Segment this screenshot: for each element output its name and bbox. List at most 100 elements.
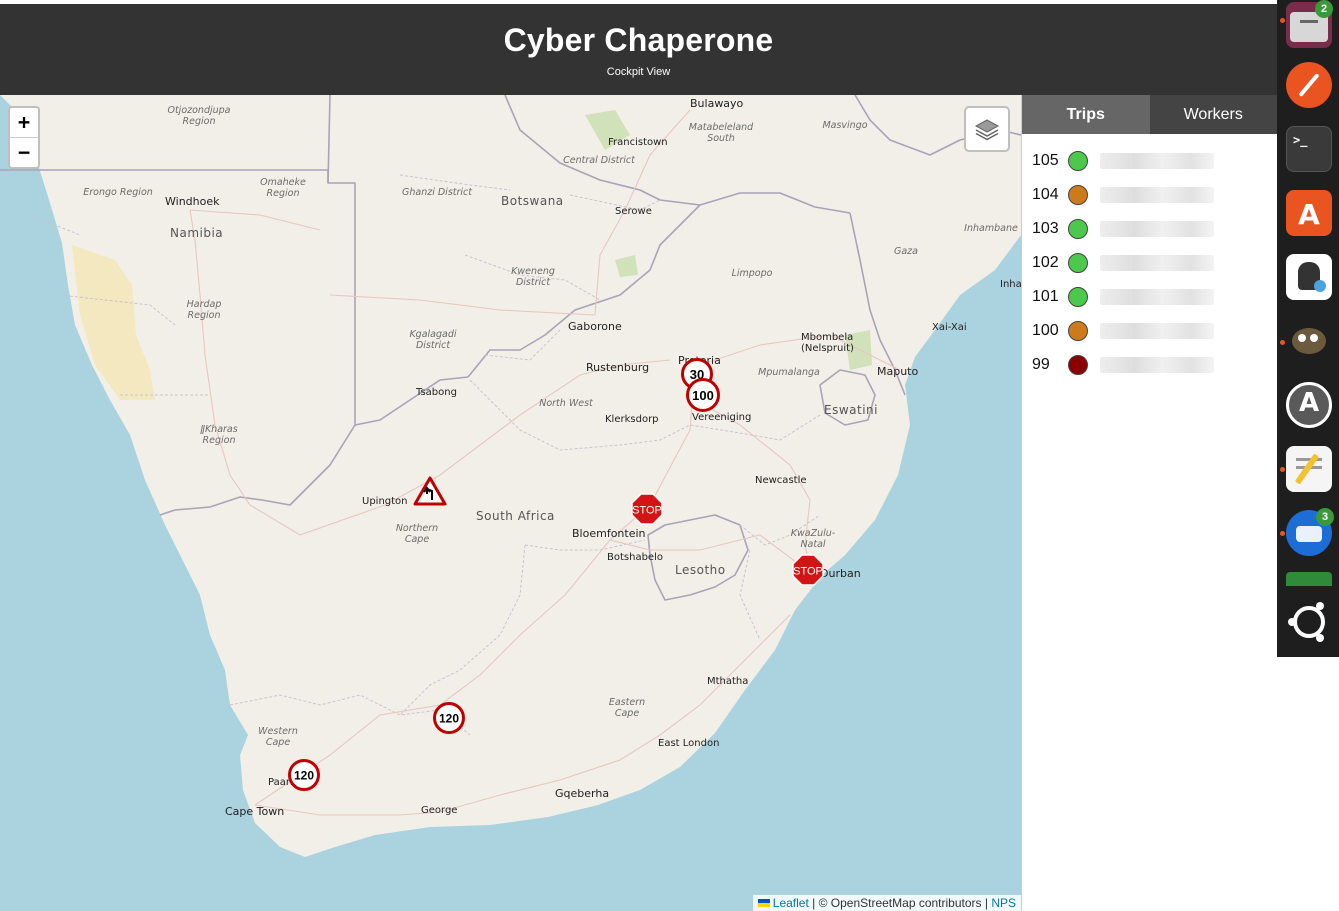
trip-row[interactable]: 103 bbox=[1022, 212, 1277, 246]
label-masvingo: Masvingo bbox=[822, 120, 868, 131]
trip-status-dot bbox=[1068, 185, 1088, 205]
stop-sign-marker[interactable]: STOP bbox=[631, 493, 663, 525]
nps-link[interactable]: NPS bbox=[991, 896, 1016, 910]
speed-limit-120-text: 120 bbox=[439, 712, 459, 726]
trip-id: 104 bbox=[1032, 186, 1059, 203]
label-durban: Durban bbox=[820, 567, 861, 580]
sidebar-tabs: Trips Workers bbox=[1022, 95, 1277, 134]
sidebar: Trips Workers 105 104 103 102 101 100 99 bbox=[1021, 95, 1277, 911]
label-kweneng: Kweneng District bbox=[511, 266, 555, 288]
reader-icon[interactable] bbox=[1286, 254, 1332, 300]
label-eswatini: Eswatini bbox=[824, 403, 878, 417]
label-klerksdorp: Klerksdorp bbox=[605, 414, 659, 425]
label-ghanzi: Ghanzi District bbox=[402, 187, 472, 198]
trip-id: 99 bbox=[1032, 356, 1050, 373]
label-botshabelo: Botshabelo bbox=[607, 552, 663, 563]
tab-trips[interactable]: Trips bbox=[1022, 95, 1150, 134]
trip-list: 105 104 103 102 101 100 99 bbox=[1022, 134, 1277, 382]
text-editor-icon[interactable] bbox=[1286, 446, 1332, 492]
map-basemap bbox=[0, 95, 1021, 857]
trip-id: 100 bbox=[1032, 322, 1059, 339]
trip-row[interactable]: 104 bbox=[1022, 178, 1277, 212]
label-namibia: Namibia bbox=[170, 226, 224, 240]
trip-id: 105 bbox=[1032, 152, 1059, 169]
trip-id: 102 bbox=[1032, 254, 1059, 271]
label-maputo: Maputo bbox=[877, 365, 919, 378]
label-mpumalanga: Mpumalanga bbox=[758, 367, 820, 378]
thunderbird-badge: 3 bbox=[1316, 508, 1334, 526]
label-newcastle: Newcastle bbox=[755, 475, 807, 486]
zoom-in-button[interactable]: + bbox=[10, 108, 38, 137]
speed-limit-120-marker[interactable]: 120 bbox=[433, 702, 465, 734]
pen-app-icon[interactable] bbox=[1286, 62, 1332, 108]
warning-curve-marker[interactable] bbox=[413, 476, 447, 506]
stop-sign-text: STOP bbox=[632, 505, 662, 517]
land-mass bbox=[0, 95, 1021, 857]
running-indicator bbox=[1280, 340, 1285, 345]
software-updater-icon[interactable]: A bbox=[1286, 382, 1332, 428]
label-gqeberha: Gqeberha bbox=[555, 787, 610, 800]
trip-row[interactable]: 100 bbox=[1022, 314, 1277, 348]
running-indicator bbox=[1280, 531, 1285, 536]
trip-row[interactable]: 105 bbox=[1022, 144, 1277, 178]
layers-button[interactable] bbox=[964, 106, 1010, 152]
label-cape-town: Cape Town bbox=[225, 805, 285, 818]
ukraine-flag-icon bbox=[757, 899, 770, 907]
label-gaborone: Gaborone bbox=[568, 320, 622, 333]
zoom-out-button[interactable]: − bbox=[10, 137, 38, 166]
page-title: Cyber Chaperone bbox=[503, 22, 774, 58]
label-north-west: North West bbox=[539, 398, 593, 409]
leaflet-link[interactable]: Leaflet bbox=[773, 896, 809, 910]
speed-limit-100-marker[interactable]: 100 bbox=[686, 378, 720, 412]
zoom-control: + − bbox=[8, 106, 40, 169]
redacted-trip-details bbox=[1100, 289, 1214, 305]
label-serowe: Serowe bbox=[615, 206, 652, 217]
trip-row[interactable]: 99 bbox=[1022, 348, 1277, 382]
label-western-cape: Western Cape bbox=[258, 726, 298, 748]
label-rustenburg: Rustenburg bbox=[586, 361, 650, 374]
trip-row[interactable]: 101 bbox=[1022, 280, 1277, 314]
redacted-trip-details bbox=[1100, 153, 1214, 169]
trip-status-dot bbox=[1068, 253, 1088, 273]
running-indicator bbox=[1280, 18, 1285, 23]
label-kharas: ǁKharas Region bbox=[200, 424, 238, 446]
redacted-trip-details bbox=[1100, 221, 1214, 237]
speed-limit-120-marker[interactable]: 120 bbox=[288, 759, 320, 791]
tab-workers[interactable]: Workers bbox=[1149, 95, 1277, 134]
trip-status-dot bbox=[1068, 219, 1088, 239]
trip-status-dot bbox=[1068, 355, 1088, 375]
label-mthatha: Mthatha bbox=[707, 676, 749, 687]
green-app-icon[interactable] bbox=[1286, 572, 1332, 586]
running-indicator bbox=[1280, 467, 1285, 472]
attribution-text: | © OpenStreetMap contributors | bbox=[808, 896, 992, 910]
speed-limit-120-text: 120 bbox=[294, 769, 314, 783]
trip-row[interactable]: 102 bbox=[1022, 246, 1277, 280]
label-xai-xai: Xai-Xai bbox=[932, 322, 967, 333]
label-bloemfontein: Bloemfontein bbox=[572, 527, 646, 540]
map-view[interactable]: Botswana Namibia South Africa Lesotho Es… bbox=[0, 95, 1021, 911]
stop-sign-marker[interactable]: STOP bbox=[792, 554, 824, 586]
label-vereeniging: Vereeniging bbox=[692, 412, 752, 423]
map-attribution: Leaflet | © OpenStreetMap contributors |… bbox=[752, 895, 1021, 911]
label-otjozondjupa: Otjozondjupa Region bbox=[167, 105, 231, 127]
label-mbombela: Mbombela (Nelspruit) bbox=[801, 332, 854, 354]
trip-status-dot bbox=[1068, 151, 1088, 171]
label-upington: Upington bbox=[362, 496, 408, 507]
ubuntu-logo-icon[interactable] bbox=[1286, 600, 1332, 646]
gimp-icon[interactable] bbox=[1286, 318, 1332, 364]
label-botswana: Botswana bbox=[501, 194, 564, 208]
label-east-london: East London bbox=[658, 738, 720, 749]
terminal-icon[interactable]: >_ bbox=[1286, 126, 1332, 172]
page-header: Cyber Chaperone Cockpit View bbox=[0, 4, 1277, 95]
label-limpopo: Limpopo bbox=[731, 268, 773, 279]
label-tsabong: Tsabong bbox=[416, 387, 457, 398]
label-kwazulu-natal: KwaZulu-Natal bbox=[790, 528, 836, 550]
label-hardap: Hardap Region bbox=[186, 299, 222, 321]
app-center-icon[interactable]: A bbox=[1286, 190, 1332, 236]
label-lesotho: Lesotho bbox=[675, 563, 726, 577]
files-badge: 2 bbox=[1315, 0, 1333, 18]
layers-icon bbox=[974, 119, 1000, 141]
redacted-trip-details bbox=[1100, 255, 1214, 271]
label-matabeleland-south: Matabeleland South bbox=[688, 122, 754, 144]
label-gaza: Gaza bbox=[894, 246, 918, 257]
